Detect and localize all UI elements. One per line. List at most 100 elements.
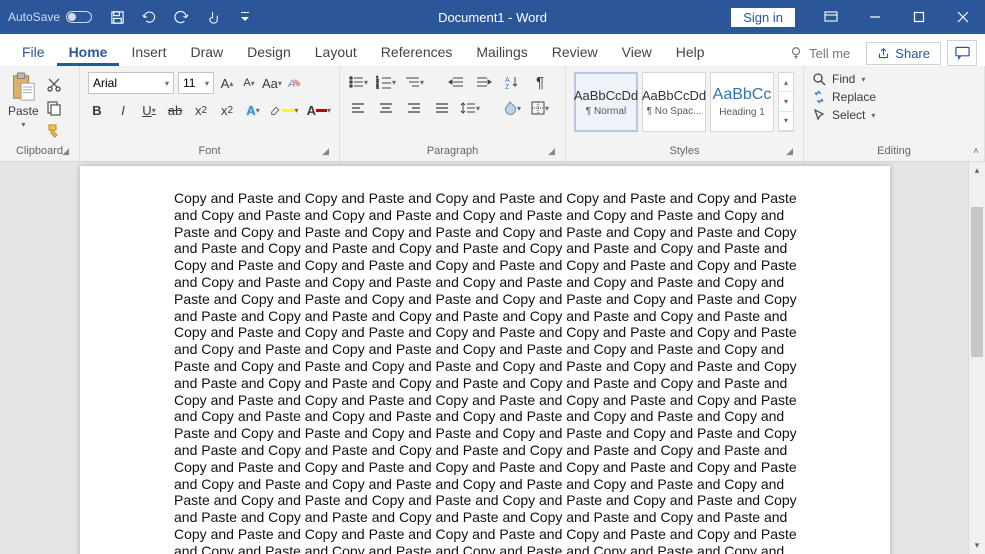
svg-text:A: A <box>287 78 295 90</box>
find-label: Find <box>832 72 855 86</box>
page[interactable]: Copy and Paste and Copy and Paste and Co… <box>80 166 890 554</box>
tab-help[interactable]: Help <box>664 38 717 66</box>
styles-gallery-nav[interactable]: ▴ ▾ ▾ <box>778 72 794 132</box>
borders-button[interactable]: ▾ <box>530 98 550 118</box>
shrink-font-button[interactable]: A▾ <box>240 73 258 93</box>
find-button[interactable]: Find▾ <box>812 72 976 86</box>
tab-home[interactable]: Home <box>57 38 120 66</box>
strikethrough-button[interactable]: ab <box>166 100 184 120</box>
style-heading1[interactable]: AaBbCc Heading 1 <box>710 72 774 132</box>
font-size-combo[interactable]: 11▾ <box>178 72 214 94</box>
dialog-launcher-icon[interactable]: ◢ <box>548 146 555 157</box>
comment-icon <box>955 46 970 60</box>
change-case-button[interactable]: Aa▾ <box>262 73 282 93</box>
redo-icon[interactable] <box>170 6 192 28</box>
text-effects-button[interactable]: A▾ <box>244 100 262 120</box>
tell-me-search[interactable]: Tell me <box>779 46 860 61</box>
vertical-scrollbar[interactable]: ▴ ▾ <box>968 162 985 554</box>
editing-group-label: Editing <box>877 145 911 157</box>
autosave-toggle[interactable]: AutoSave <box>0 10 100 24</box>
font-color-button[interactable]: A▾ <box>307 100 331 120</box>
style-preview: AaBbCcDd <box>642 88 706 103</box>
maximize-icon[interactable] <box>897 0 941 34</box>
touch-mode-icon[interactable] <box>202 6 224 28</box>
bold-button[interactable]: B <box>88 100 106 120</box>
tell-me-label: Tell me <box>809 46 850 61</box>
underline-button[interactable]: U▾ <box>140 100 158 120</box>
close-icon[interactable] <box>941 0 985 34</box>
italic-button[interactable]: I <box>114 100 132 120</box>
dialog-launcher-icon[interactable]: ◢ <box>786 146 793 157</box>
chevron-down-icon[interactable]: ▾ <box>779 92 793 111</box>
styles-group-label: Styles <box>670 145 700 157</box>
tab-draw[interactable]: Draw <box>178 38 235 66</box>
scroll-up-icon[interactable]: ▴ <box>969 162 985 179</box>
share-label: Share <box>895 46 930 61</box>
cursor-icon <box>812 108 826 122</box>
cut-button[interactable] <box>45 76 63 94</box>
show-marks-button[interactable]: ¶ <box>530 72 550 92</box>
clear-format-button[interactable]: A <box>286 73 304 93</box>
scroll-thumb[interactable] <box>971 207 983 357</box>
format-painter-button[interactable] <box>45 122 63 140</box>
scroll-down-icon[interactable]: ▾ <box>969 537 985 554</box>
decrease-indent-button[interactable] <box>446 72 466 92</box>
tab-file[interactable]: File <box>10 38 57 66</box>
grow-font-button[interactable]: A▴ <box>218 73 236 93</box>
dialog-launcher-icon[interactable]: ◢ <box>62 146 69 157</box>
sign-in-button[interactable]: Sign in <box>731 8 795 27</box>
tab-design[interactable]: Design <box>235 38 303 66</box>
collapse-ribbon-icon[interactable]: ˄ <box>973 146 979 157</box>
group-clipboard: Paste ▾ Clipboard◢ <box>0 66 80 161</box>
paste-button[interactable]: Paste ▾ <box>8 72 39 143</box>
style-no-spacing[interactable]: AaBbCcDd ¶ No Spac... <box>642 72 706 132</box>
save-icon[interactable] <box>106 6 128 28</box>
search-icon <box>812 72 826 86</box>
style-normal[interactable]: AaBbCcDd ¶ Normal <box>574 72 638 132</box>
select-label: Select <box>832 108 865 122</box>
align-left-button[interactable] <box>348 98 368 118</box>
tab-insert[interactable]: Insert <box>119 38 178 66</box>
font-name-combo[interactable]: Arial▾ <box>88 72 174 94</box>
share-button[interactable]: Share <box>866 42 941 65</box>
multilevel-button[interactable]: ▾ <box>404 72 424 92</box>
shading-button[interactable]: ▾ <box>502 98 522 118</box>
replace-button[interactable]: Replace <box>812 90 976 104</box>
undo-icon[interactable] <box>138 6 160 28</box>
tab-mailings[interactable]: Mailings <box>464 38 539 66</box>
chevron-down-icon: ▾ <box>21 120 25 129</box>
tab-view[interactable]: View <box>610 38 664 66</box>
numbering-button[interactable]: 123▾ <box>376 72 396 92</box>
dialog-launcher-icon[interactable]: ◢ <box>322 146 329 157</box>
tab-review[interactable]: Review <box>540 38 610 66</box>
tab-references[interactable]: References <box>369 38 465 66</box>
scroll-track[interactable] <box>969 179 985 537</box>
chevron-up-icon[interactable]: ▴ <box>779 73 793 92</box>
ribbon-display-options-icon[interactable] <box>809 0 853 34</box>
chevron-down-icon: ▾ <box>205 79 209 88</box>
qat-more-icon[interactable] <box>234 6 256 28</box>
tab-layout[interactable]: Layout <box>303 38 369 66</box>
bullets-button[interactable]: ▾ <box>348 72 368 92</box>
copy-button[interactable] <box>45 99 63 117</box>
line-spacing-button[interactable]: ▾ <box>460 98 480 118</box>
increase-indent-button[interactable] <box>474 72 494 92</box>
autosave-label: AutoSave <box>8 10 60 24</box>
sort-button[interactable]: AZ <box>502 72 522 92</box>
align-center-button[interactable] <box>376 98 396 118</box>
style-name: ¶ Normal <box>586 106 626 117</box>
select-button[interactable]: Select▾ <box>812 108 976 122</box>
subscript-button[interactable]: x2 <box>192 100 210 120</box>
quick-access-toolbar <box>106 6 256 28</box>
paste-label: Paste <box>8 104 39 118</box>
superscript-button[interactable]: x2 <box>218 100 236 120</box>
minimize-icon[interactable] <box>853 0 897 34</box>
title-bar: AutoSave Document1 - Word Sign in <box>0 0 985 34</box>
comments-button[interactable] <box>947 40 977 66</box>
group-styles: AaBbCcDd ¶ Normal AaBbCcDd ¶ No Spac... … <box>566 66 804 161</box>
align-right-button[interactable] <box>404 98 424 118</box>
expand-gallery-icon[interactable]: ▾ <box>779 112 793 131</box>
justify-button[interactable] <box>432 98 452 118</box>
document-body-text[interactable]: Copy and Paste and Copy and Paste and Co… <box>174 190 800 554</box>
highlight-button[interactable]: ▾ <box>270 100 299 120</box>
